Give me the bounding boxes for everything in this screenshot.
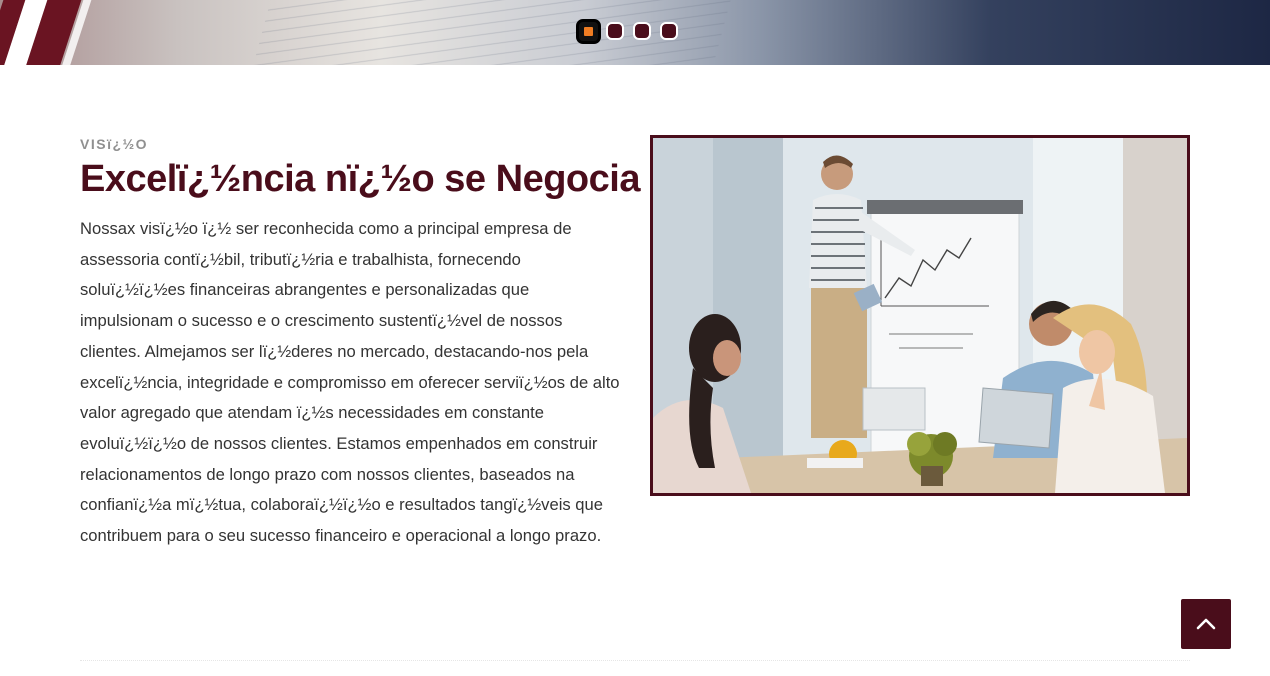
section-eyebrow: VISï¿½O <box>80 136 149 152</box>
section-title: Excelï¿½ncia nï¿½o se Negocia <box>80 158 640 200</box>
hero-slider <box>0 0 1270 65</box>
slider-dot-2[interactable] <box>606 22 624 40</box>
back-to-top-button[interactable] <box>1181 599 1231 649</box>
section-body: Nossax visï¿½o ï¿½ ser reconhecida como … <box>80 219 620 546</box>
section-divider <box>80 660 1190 661</box>
team-meeting-photo <box>650 135 1190 496</box>
slider-dot-3[interactable] <box>633 22 651 40</box>
meeting-illustration <box>653 138 1187 493</box>
slider-dot-1[interactable] <box>576 19 601 44</box>
slider-dot-4[interactable] <box>660 22 678 40</box>
slider-pagination <box>576 19 678 44</box>
chevron-up-icon <box>1196 618 1216 630</box>
